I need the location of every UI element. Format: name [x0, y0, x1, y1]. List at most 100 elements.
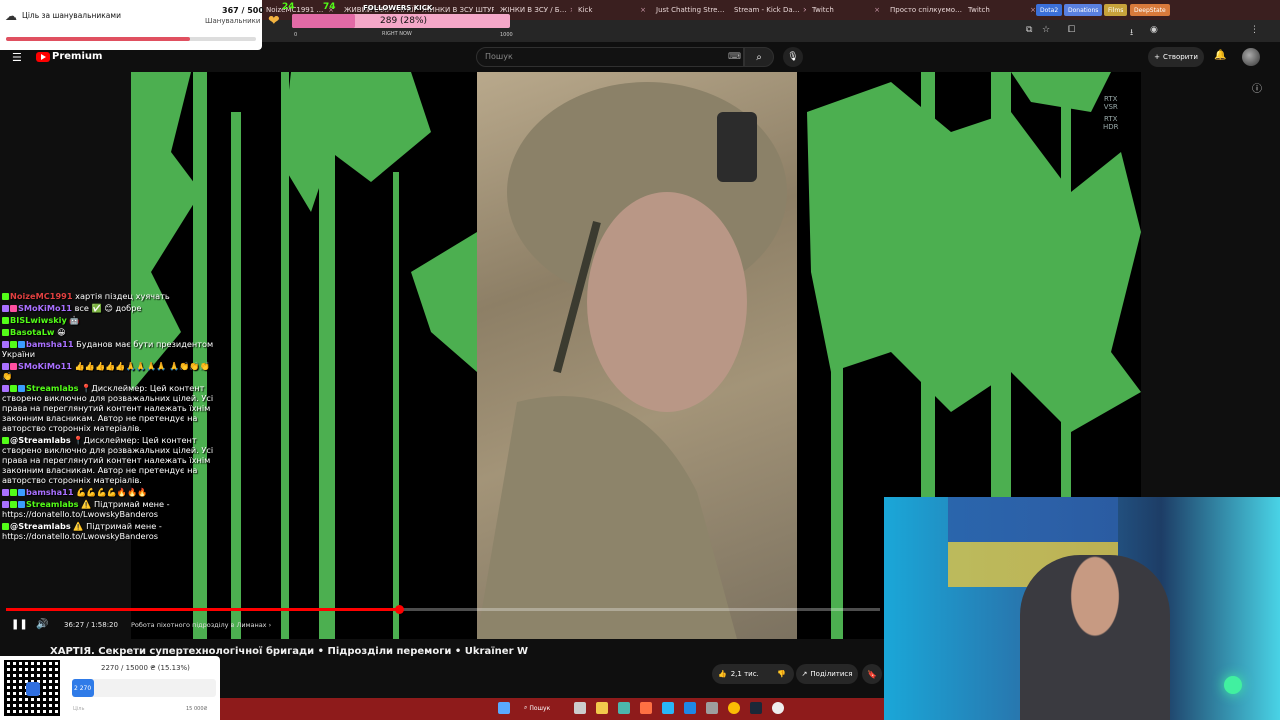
close-icon[interactable]: ×: [803, 6, 806, 14]
browser-tab[interactable]: Kick ×: [574, 2, 650, 18]
soldier-silhouette: [477, 82, 787, 639]
chat-username[interactable]: Streamlabs: [26, 499, 79, 509]
chat-username[interactable]: bamsha11: [26, 487, 74, 497]
browser-tab-title: Just Chatting Stre…: [656, 6, 725, 14]
chat-message: Streamlabs ⚠️ Підтримай мене - https://d…: [2, 499, 214, 519]
star-icon[interactable]: ☆: [1042, 25, 1050, 35]
video-soldier-frame: [477, 72, 797, 639]
bookmark-icon: 🔖: [867, 669, 877, 679]
search-input[interactable]: Пошук: [476, 47, 744, 67]
donation-progress-fill: 2 270: [72, 679, 94, 697]
chat-badge-icon: [10, 489, 17, 496]
webcam-lamp: [1224, 676, 1242, 694]
chat-badge-icon: [2, 363, 9, 370]
chat-message: bamsha11 💪💪💪💪🔥🔥🔥: [2, 487, 214, 497]
chat-username[interactable]: BasotaLw: [10, 327, 54, 337]
thumbs-up-icon: 👍: [718, 670, 727, 678]
chat-username[interactable]: BISLwiwskiy: [10, 315, 67, 325]
bookmark-0[interactable]: Dota2: [1036, 4, 1063, 16]
voice-search-button[interactable]: 🎙: [783, 47, 803, 67]
webcam-streamer: [1020, 555, 1170, 720]
chat-overlay: NoizeMC1991 хартія піздец хуячать SMoKiMo…: [2, 291, 214, 543]
close-icon[interactable]: ×: [874, 6, 880, 14]
download-icon[interactable]: ⭳: [1130, 25, 1133, 41]
info-icon[interactable]: ⓘ: [1252, 80, 1262, 95]
chat-username[interactable]: bamsha11: [26, 339, 74, 349]
app-icon[interactable]: [684, 702, 696, 714]
chat-badge-icon: [2, 489, 9, 496]
chat-username[interactable]: Streamlabs: [26, 383, 79, 393]
close-icon[interactable]: ×: [640, 6, 646, 14]
bookmark-2[interactable]: Films: [1104, 4, 1128, 16]
app-icon-2[interactable]: [706, 702, 718, 714]
search-button[interactable]: ⌕: [744, 47, 774, 67]
chat-badge-icon: [2, 317, 9, 324]
menu-icon[interactable]: ☰: [12, 51, 22, 64]
chat-username[interactable]: SMoKiMo11: [18, 361, 72, 371]
pause-icon[interactable]: ❚❚: [11, 619, 28, 630]
profile-icon[interactable]: ◉: [1150, 25, 1158, 35]
account-avatar[interactable]: [1242, 48, 1260, 66]
video-progress-played[interactable]: [6, 608, 400, 611]
like-button[interactable]: 👍 2,1 тис. 👎: [712, 664, 794, 684]
youtube-logo-label[interactable]: Premium: [52, 51, 102, 62]
close-icon[interactable]: ×: [570, 6, 572, 14]
save-button[interactable]: 🔖: [862, 664, 882, 684]
start-icon[interactable]: [498, 702, 510, 714]
volume-icon[interactable]: 🔊: [36, 619, 48, 630]
donation-min-label: Ціль: [73, 706, 85, 712]
chat-badge-icon: [2, 305, 9, 312]
share-label: Поділитися: [810, 670, 853, 678]
browser-tab[interactable]: Twitch ×: [964, 2, 1040, 18]
browser-tab-title: Twitch: [968, 6, 990, 14]
chat-badge-icon: [10, 385, 17, 392]
menu-dots-icon[interactable]: ⋮: [1250, 25, 1259, 35]
install-icon[interactable]: ⧉: [1026, 25, 1032, 35]
chrome-icon[interactable]: [728, 702, 740, 714]
steam-icon[interactable]: [750, 702, 762, 714]
close-icon[interactable]: ×: [728, 6, 729, 14]
firefox-icon[interactable]: [640, 702, 652, 714]
browser-tab-title: ЖИНКИ В ЗСУ ШТУРМ…: [422, 6, 494, 14]
youtube-logo-icon[interactable]: [36, 52, 50, 62]
browser-tab[interactable]: Stream - Kick Da… ×: [730, 2, 806, 18]
chat-message: Streamlabs 📍Дисклеймер: Цей контент ство…: [2, 383, 214, 433]
followers-count: 289 (28%): [380, 16, 428, 26]
browser-tab[interactable]: Просто спілкуємо…×: [886, 2, 962, 18]
bookmark-3[interactable]: DeepState: [1130, 4, 1170, 16]
browser-tab[interactable]: Just Chatting Stre…×: [652, 2, 728, 18]
chat-badge-icon: [10, 363, 17, 370]
browser-tab-title: Twitch: [812, 6, 834, 14]
chat-username[interactable]: SMoKiMo11: [18, 303, 72, 313]
chat-badge-icon: [10, 341, 17, 348]
chat-text: 💪💪💪💪🔥🔥🔥: [76, 487, 148, 497]
taskbar-search[interactable]: ⌕ Пошук: [524, 701, 564, 715]
chat-username[interactable]: NoizeMC1991: [10, 291, 73, 301]
video-chapter[interactable]: Робота піхотного підрозділу в Лиманах ›: [131, 621, 271, 629]
chat-badge-icon: [2, 293, 9, 300]
goal-subtitle: Шанувальники: [205, 17, 261, 25]
browser-tab[interactable]: Twitch ×: [808, 2, 884, 18]
create-button[interactable]: + Створити: [1148, 47, 1204, 67]
chat-username[interactable]: @Streamlabs: [10, 435, 71, 445]
extensions-icon[interactable]: ⧠: [1068, 25, 1075, 35]
notifications-bell-icon[interactable]: 🔔: [1214, 50, 1226, 61]
rtx-badge: RTX VSR RTX HDR: [1103, 95, 1119, 131]
heart-icon: ❤: [268, 13, 280, 29]
file-explorer-icon[interactable]: [596, 702, 608, 714]
cloud-icon: ☁: [5, 9, 17, 23]
keyboard-icon[interactable]: ⌨: [728, 52, 741, 62]
bookmark-1[interactable]: Donations: [1064, 4, 1103, 16]
chat-text: все ✅ 😊 добре: [74, 303, 142, 313]
edge-icon[interactable]: [618, 702, 630, 714]
telegram-icon[interactable]: [662, 702, 674, 714]
stat-counter-1: 24: [282, 2, 295, 12]
chat-message: BasotaLw 😀: [2, 327, 214, 337]
task-view-icon[interactable]: [574, 702, 586, 714]
chat-username[interactable]: @Streamlabs: [10, 521, 71, 531]
share-button[interactable]: ↗ Поділитися: [796, 664, 858, 684]
obs-icon[interactable]: [772, 702, 784, 714]
chat-badge-icon: [10, 501, 17, 508]
chat-badge-icon: [10, 305, 17, 312]
thumbs-down-icon[interactable]: 👎: [777, 670, 786, 678]
